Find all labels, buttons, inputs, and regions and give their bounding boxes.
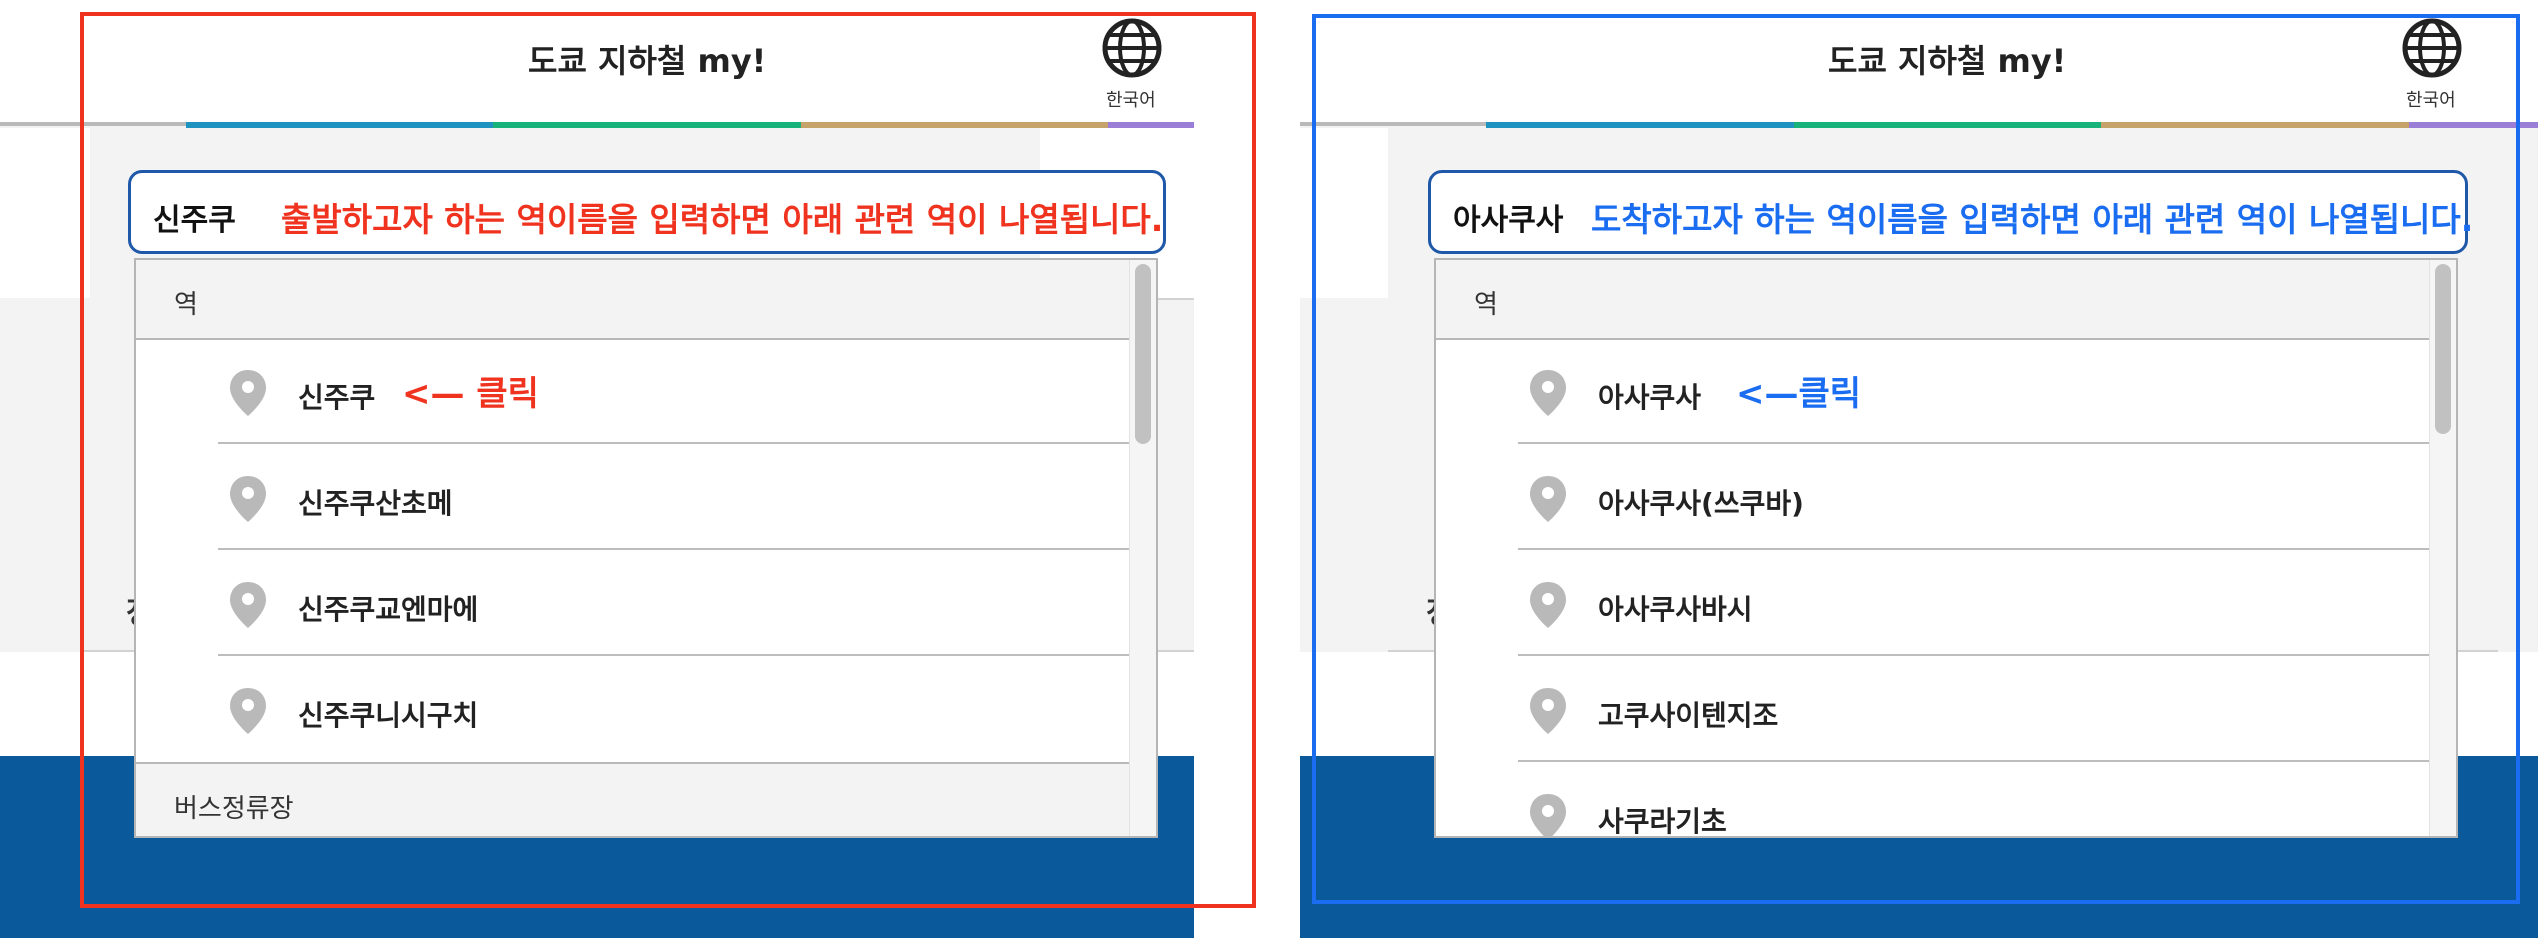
arrival-highlight-frame bbox=[1312, 14, 2520, 904]
departure-highlight-frame bbox=[80, 12, 1256, 908]
content-card-edge bbox=[0, 128, 90, 298]
